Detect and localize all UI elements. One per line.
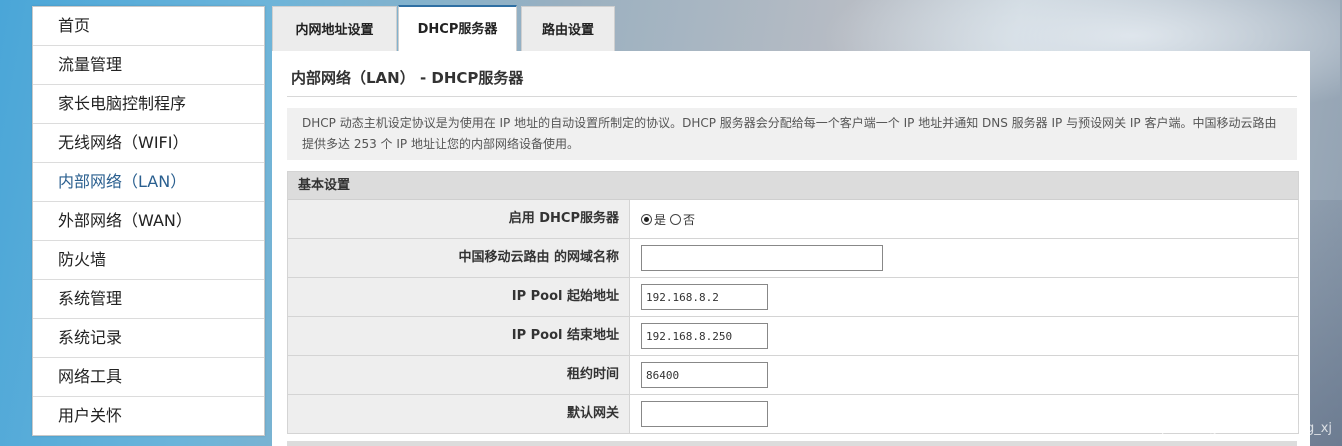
- dhcp-no-radio[interactable]: 否: [670, 211, 695, 228]
- pool-start-input[interactable]: [641, 284, 768, 310]
- gateway-label: 默认网关: [288, 395, 630, 433]
- next-section-strip: [287, 441, 1297, 446]
- domain-name-input[interactable]: [641, 245, 883, 271]
- dhcp-yes-label: 是: [654, 212, 667, 227]
- sidebar-item-traffic[interactable]: 流量管理: [33, 46, 264, 85]
- description: DHCP 动态主机设定协议是为使用在 IP 地址的自动设置所制定的协议。DHCP…: [287, 108, 1297, 160]
- watermark: https://blog.csdn.net/dang_xj: [1142, 421, 1332, 436]
- tab-dhcp-server[interactable]: DHCP服务器: [398, 5, 517, 53]
- pool-end-input[interactable]: [641, 323, 768, 349]
- sidebar-item-home[interactable]: 首页: [33, 7, 264, 46]
- row-domain-name: 中国移动云路由 的网域名称: [288, 239, 1298, 278]
- section-title: 基本设置: [288, 172, 1298, 200]
- row-lease-time: 租约时间: [288, 356, 1298, 395]
- gateway-input[interactable]: [641, 401, 768, 427]
- enable-dhcp-label: 启用 DHCP服务器: [288, 200, 630, 238]
- sidebar-item-lan[interactable]: 内部网络（LAN）: [33, 163, 264, 202]
- sidebar-item-user-care[interactable]: 用户关怀: [33, 397, 264, 435]
- basic-settings-table: 基本设置 启用 DHCP服务器 是 否 中国移动云路由 的网域名称 IP Poo…: [287, 171, 1299, 434]
- pool-end-label: IP Pool 结束地址: [288, 317, 630, 355]
- sidebar-item-network-tools[interactable]: 网络工具: [33, 358, 264, 397]
- row-pool-start: IP Pool 起始地址: [288, 278, 1298, 317]
- lease-time-label: 租约时间: [288, 356, 630, 394]
- radio-unchecked-icon: [670, 213, 682, 225]
- sidebar-item-wan[interactable]: 外部网络（WAN）: [33, 202, 264, 241]
- tab-routing[interactable]: 路由设置: [521, 6, 615, 51]
- radio-checked-icon: [641, 213, 652, 225]
- dhcp-yes-radio[interactable]: 是: [641, 211, 666, 228]
- sidebar-item-parental-control[interactable]: 家长电脑控制程序: [33, 85, 264, 124]
- content-panel: 内部网络（LAN） - DHCP服务器 DHCP 动态主机设定协议是为使用在 I…: [272, 51, 1310, 446]
- domain-name-label: 中国移动云路由 的网域名称: [288, 239, 630, 277]
- row-pool-end: IP Pool 结束地址: [288, 317, 1298, 356]
- sidebar-item-system-admin[interactable]: 系统管理: [33, 280, 264, 319]
- title-divider: [287, 96, 1297, 97]
- pool-start-label: IP Pool 起始地址: [288, 278, 630, 316]
- sidebar-item-firewall[interactable]: 防火墙: [33, 241, 264, 280]
- sidebar-item-system-log[interactable]: 系统记录: [33, 319, 264, 358]
- dhcp-no-label: 否: [683, 212, 696, 227]
- page-title: 内部网络（LAN） - DHCP服务器: [291, 69, 524, 87]
- lease-time-input[interactable]: [641, 362, 768, 388]
- row-enable-dhcp: 启用 DHCP服务器 是 否: [288, 200, 1298, 239]
- tab-lan-address[interactable]: 内网地址设置: [272, 6, 397, 51]
- sidebar-item-wifi[interactable]: 无线网络（WIFI）: [33, 124, 264, 163]
- sidebar: 首页 流量管理 家长电脑控制程序 无线网络（WIFI） 内部网络（LAN） 外部…: [32, 6, 265, 436]
